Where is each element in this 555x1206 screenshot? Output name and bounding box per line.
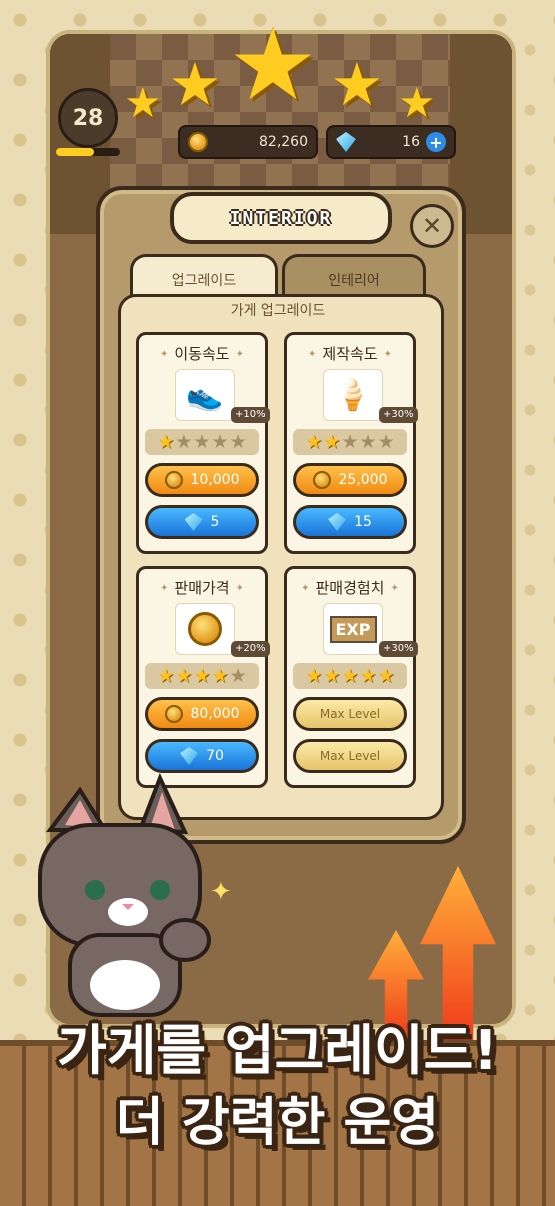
max-label: Max Level bbox=[319, 707, 381, 721]
star-icon: ★ bbox=[175, 664, 193, 687]
coin-cost: 80,000 bbox=[190, 706, 240, 722]
star-rating: ★ ★ ★ ★ ★ bbox=[145, 663, 259, 689]
level-badge: 28 bbox=[58, 88, 118, 148]
star-icon: ★ bbox=[305, 664, 323, 687]
add-gems-button[interactable]: + bbox=[426, 132, 446, 152]
bonus-badge: +20% bbox=[231, 641, 270, 657]
card-title: 판매경험치 bbox=[287, 577, 413, 598]
exp-icon: EXP bbox=[323, 603, 383, 655]
exp-icon-text: EXP bbox=[329, 615, 377, 643]
star-icon: ★ bbox=[211, 664, 229, 687]
star-icon: ★ bbox=[359, 430, 377, 453]
card-title: 판매가격 bbox=[139, 577, 265, 598]
cat-mascot: ✦ bbox=[38, 772, 232, 1017]
coin-icon bbox=[188, 132, 208, 152]
star-icon: ★ bbox=[377, 430, 395, 453]
coin-upgrade-button[interactable]: 10,000 bbox=[145, 463, 259, 497]
gem-icon bbox=[328, 513, 347, 531]
svg-text:✦: ✦ bbox=[210, 877, 232, 907]
coin-icon bbox=[312, 471, 331, 489]
bonus-badge: +10% bbox=[231, 407, 270, 423]
upgrade-card-sell-price: 판매가격 +20% ★★★★★ 80,000 70 bbox=[136, 566, 270, 788]
coin-cost: 10,000 bbox=[190, 472, 240, 488]
card-title: 이동속도 bbox=[139, 343, 265, 364]
gem-cost: 5 bbox=[210, 514, 220, 530]
star-icon: ★ bbox=[228, 6, 318, 123]
sneaker-icon: 👟 bbox=[175, 369, 235, 421]
star-icon: ★ bbox=[124, 78, 162, 127]
gem-value: 16 bbox=[402, 134, 420, 150]
tab-label: 업그레이드 bbox=[171, 273, 237, 289]
star-icon: ★ bbox=[341, 664, 359, 687]
coin-counter: 82,260 bbox=[178, 125, 318, 159]
coin-icon bbox=[164, 705, 183, 723]
star-icon: ★ bbox=[305, 430, 323, 453]
coin-icon bbox=[164, 471, 183, 489]
coin-value: 82,260 bbox=[259, 134, 308, 150]
close-button[interactable]: ✕ bbox=[410, 204, 454, 248]
coin-upgrade-button[interactable]: 80,000 bbox=[145, 697, 259, 731]
gem-icon bbox=[180, 747, 199, 765]
star-icon: ★ bbox=[341, 430, 359, 453]
bonus-badge: +30% bbox=[379, 641, 418, 657]
gem-icon bbox=[184, 513, 203, 531]
star-rating: ★ ★ ★ ★ ★ bbox=[293, 663, 407, 689]
star-icon: ★ bbox=[323, 664, 341, 687]
max-level-button: Max Level bbox=[293, 697, 407, 731]
star-icon: ★ bbox=[157, 664, 175, 687]
gem-upgrade-button[interactable]: 5 bbox=[145, 505, 259, 539]
star-rating: ★ ★ ★ ★ ★ bbox=[145, 429, 259, 455]
star-icon: ★ bbox=[229, 430, 247, 453]
gem-counter: 16 + bbox=[326, 125, 456, 159]
star-icon: ★ bbox=[168, 50, 222, 120]
coins-icon bbox=[175, 603, 235, 655]
gem-upgrade-button[interactable]: 70 bbox=[145, 739, 259, 773]
coin-cost: 25,000 bbox=[338, 472, 388, 488]
bonus-badge: +30% bbox=[379, 407, 418, 423]
card-title: 제작속도 bbox=[287, 343, 413, 364]
gem-cost: 15 bbox=[354, 514, 372, 530]
upgrade-card-move-speed: 이동속도 👟 +10% ★★★★★ 10,000 5 bbox=[136, 332, 270, 554]
upgrade-card-craft-speed: 제작속도 🍦 +30% ★★★★★ 25,000 15 bbox=[284, 332, 418, 554]
gem-cost: 70 bbox=[206, 748, 224, 764]
coin-upgrade-button[interactable]: 25,000 bbox=[293, 463, 407, 497]
star-icon: ★ bbox=[193, 664, 211, 687]
headline-line-1: 가게를 업그레이드! bbox=[57, 1019, 498, 1082]
star-rating: ★ ★ ★ ★ ★ bbox=[293, 429, 407, 455]
star-icon: ★ bbox=[398, 78, 436, 127]
star-icon: ★ bbox=[229, 664, 247, 687]
max-level-button: Max Level bbox=[293, 739, 407, 773]
level-progress bbox=[56, 148, 120, 156]
star-icon: ★ bbox=[211, 430, 229, 453]
headline-line-2: 더 강력한 운영 bbox=[115, 1093, 440, 1153]
gem-upgrade-button[interactable]: 15 bbox=[293, 505, 407, 539]
level-value: 28 bbox=[72, 105, 104, 131]
gem-icon bbox=[336, 132, 356, 152]
star-icon: ★ bbox=[323, 430, 341, 453]
section-title: 가게 업그레이드 bbox=[230, 303, 326, 319]
upgrade-card-sell-exp: 판매경험치 EXP +30% ★★★★★ Max Level Max Level bbox=[284, 566, 418, 788]
tab-label: 인테리어 bbox=[328, 273, 380, 289]
star-icon: ★ bbox=[175, 430, 193, 453]
close-icon: ✕ bbox=[421, 212, 443, 240]
star-icon: ★ bbox=[330, 50, 384, 120]
panel-title: INTERIOR bbox=[170, 192, 392, 244]
icecream-hourglass-icon: 🍦 bbox=[323, 369, 383, 421]
star-icon: ★ bbox=[157, 430, 175, 453]
star-icon: ★ bbox=[193, 430, 211, 453]
star-icon: ★ bbox=[377, 664, 395, 687]
star-icon: ★ bbox=[359, 664, 377, 687]
max-label: Max Level bbox=[319, 749, 381, 763]
cat-body: ✦ bbox=[38, 772, 232, 1017]
